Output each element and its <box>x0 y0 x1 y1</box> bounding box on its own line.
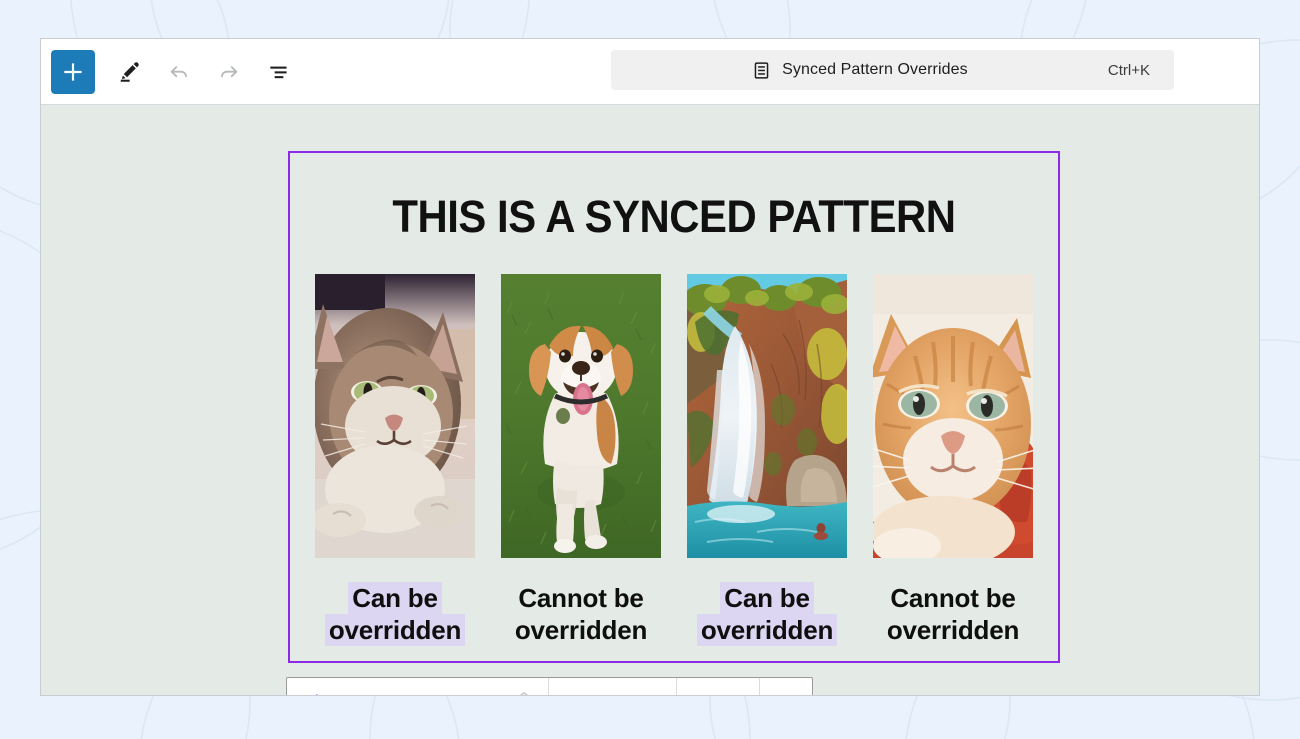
command-bar-shortcut: Ctrl+K <box>1107 61 1150 79</box>
document-overview-button[interactable] <box>255 48 303 96</box>
pencil-icon <box>120 61 139 82</box>
edit-original-button[interactable]: Edit original <box>549 678 676 695</box>
block-toolbar-group-block: Grouped Pattern <box>287 678 549 695</box>
editor-canvas: THIS IS A SYNCED PATTERN Can be overridd… <box>41 105 1259 695</box>
cell-caption[interactable]: Cannot be overridden <box>873 582 1033 646</box>
gallery-cell[interactable]: Can be overridden <box>687 274 847 647</box>
pattern-icon <box>315 693 319 695</box>
block-toolbar-group-reset: Reset <box>677 678 760 695</box>
cell-caption[interactable]: Can be overridden <box>315 582 475 647</box>
waterfall-photo[interactable] <box>687 274 847 558</box>
calico-cat-photo[interactable] <box>315 274 475 558</box>
caption-text: Can be overridden <box>324 582 466 647</box>
plus-icon <box>64 62 82 81</box>
undo-icon <box>170 65 187 77</box>
block-mover-controls <box>508 687 548 695</box>
gallery-cell[interactable]: Cannot be overridden <box>501 274 661 646</box>
block-editor-window: Synced Pattern Overrides Ctrl+K THIS IS … <box>40 38 1260 696</box>
block-toolbar-group-options <box>760 678 812 695</box>
orange-cat-photo[interactable] <box>873 274 1033 558</box>
pattern-gallery: Can be overridden Cannot be overridden C… <box>290 274 1058 647</box>
move-up-button[interactable] <box>513 687 535 695</box>
more-options-button[interactable] <box>760 678 812 695</box>
reset-button[interactable]: Reset <box>677 678 759 695</box>
gallery-cell[interactable]: Cannot be overridden <box>873 274 1033 646</box>
page-icon <box>754 61 769 79</box>
synced-pattern-block[interactable]: THIS IS A SYNCED PATTERN Can be overridd… <box>288 151 1060 663</box>
command-bar-content: Synced Pattern Overrides <box>611 60 1108 81</box>
more-vertical-icon <box>782 694 790 696</box>
add-block-button[interactable] <box>51 49 95 94</box>
drag-handle-icon[interactable] <box>476 695 508 696</box>
block-toolbar-group-edit: Edit original <box>549 678 677 695</box>
caption-text: Can be overridden <box>696 582 838 647</box>
caption-text: Cannot be overridden <box>514 583 648 646</box>
tools-pencil-button[interactable] <box>105 48 153 96</box>
redo-button[interactable] <box>205 48 253 96</box>
redo-icon <box>221 65 238 77</box>
command-bar[interactable]: Synced Pattern Overrides Ctrl+K <box>611 50 1174 90</box>
header-tools-group <box>41 48 303 96</box>
pattern-heading: THIS IS A SYNCED PATTERN <box>392 191 956 242</box>
cell-caption[interactable]: Can be overridden <box>687 582 847 647</box>
undo-button[interactable] <box>155 48 203 96</box>
editor-header-toolbar: Synced Pattern Overrides Ctrl+K <box>41 39 1259 105</box>
command-bar-label: Synced Pattern Overrides <box>782 61 968 78</box>
chevron-up-icon <box>518 691 529 695</box>
gallery-cell[interactable]: Can be overridden <box>315 274 475 647</box>
block-type-switcher-button[interactable]: Grouped Pattern <box>287 692 476 695</box>
block-toolbar: Grouped Pattern <box>286 677 813 695</box>
beagle-dog-photo[interactable] <box>501 274 661 558</box>
cell-caption[interactable]: Cannot be overridden <box>501 582 661 646</box>
document-overview-icon <box>270 66 287 78</box>
caption-text: Cannot be overridden <box>886 583 1020 646</box>
